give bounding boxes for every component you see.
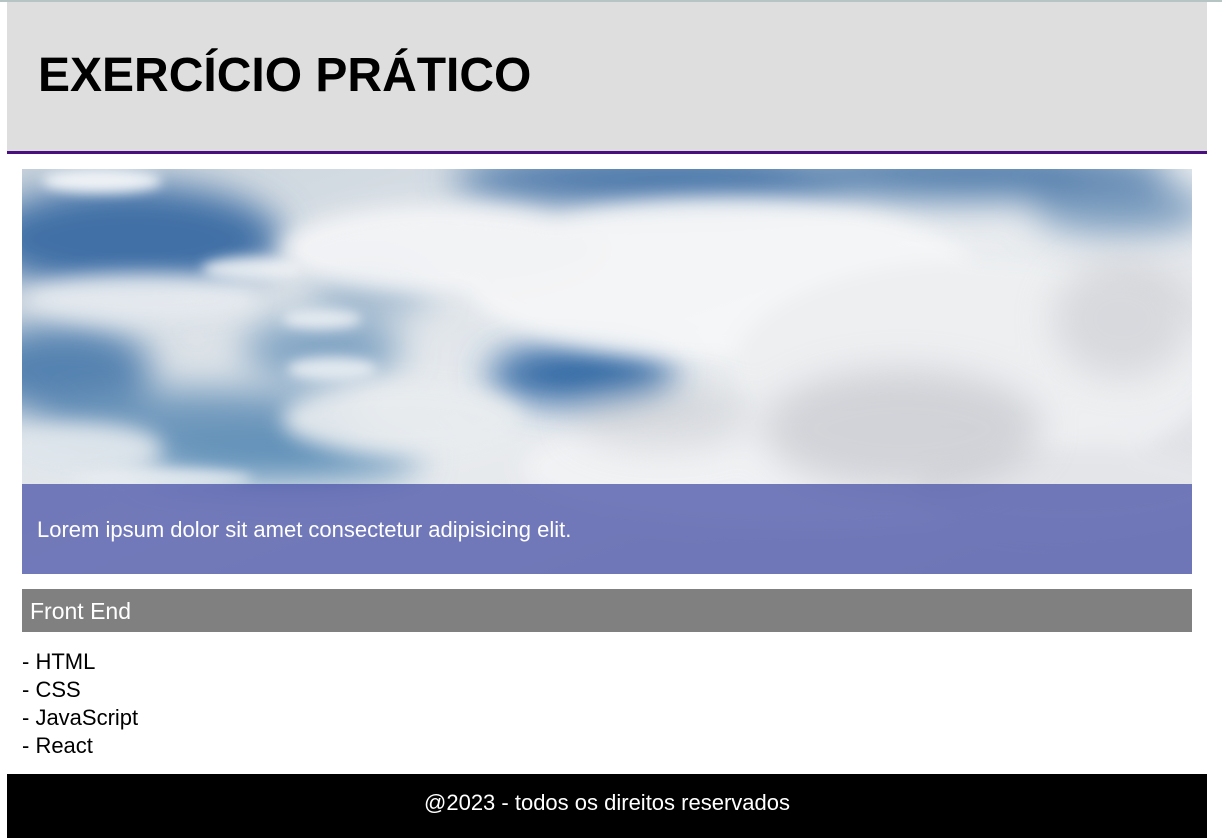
- section-header: Front End: [22, 589, 1192, 632]
- list-item: - HTML: [22, 649, 96, 674]
- list-item: - JavaScript: [22, 705, 139, 730]
- page-title: EXERCÍCIO PRÁTICO: [38, 49, 532, 102]
- list-item: - CSS: [22, 677, 81, 702]
- hero-banner: Lorem ipsum dolor sit amet consectetur a…: [22, 169, 1192, 574]
- page-header: EXERCÍCIO PRÁTICO: [7, 2, 1207, 154]
- page-container: EXERCÍCIO PRÁTICO Lorem ipsum dolor sit …: [7, 0, 1207, 838]
- tech-list: - HTML - CSS - JavaScript - React: [22, 648, 138, 760]
- page-footer: @2023 - todos os direitos reservados: [7, 774, 1207, 838]
- section-title: Front End: [30, 598, 131, 624]
- hero-caption-text: Lorem ipsum dolor sit amet consectetur a…: [37, 517, 572, 542]
- footer-copyright: @2023 - todos os direitos reservados: [424, 790, 790, 815]
- list-item: - React: [22, 733, 93, 758]
- hero-caption: Lorem ipsum dolor sit amet consectetur a…: [22, 484, 1192, 574]
